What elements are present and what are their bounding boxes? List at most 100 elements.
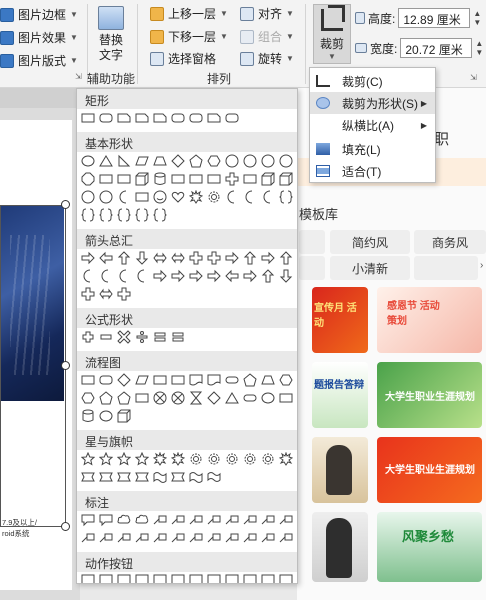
- menu-item-aspect-ratio[interactable]: 纵横比(A) ▶: [310, 114, 435, 136]
- shape-option[interactable]: [189, 373, 203, 387]
- shape-option[interactable]: [225, 531, 239, 545]
- shape-option[interactable]: [225, 154, 239, 168]
- shape-option[interactable]: [207, 251, 221, 265]
- menu-item-crop-to-shape[interactable]: 裁剪为形状(S) ▶: [310, 92, 435, 114]
- shape-option[interactable]: [99, 391, 113, 405]
- shape-option[interactable]: [117, 154, 131, 168]
- shape-option[interactable]: [171, 391, 185, 405]
- shape-option[interactable]: [99, 208, 113, 222]
- shape-option[interactable]: [81, 574, 95, 583]
- resize-handle[interactable]: [61, 361, 70, 370]
- shape-option[interactable]: [189, 531, 203, 545]
- shape-option[interactable]: [99, 513, 113, 527]
- shape-option[interactable]: [117, 251, 131, 265]
- shape-option[interactable]: [189, 452, 203, 466]
- shape-option[interactable]: [261, 452, 275, 466]
- shape-option[interactable]: [117, 391, 131, 405]
- shape-option[interactable]: [99, 452, 113, 466]
- shape-option[interactable]: [81, 269, 95, 283]
- shape-option[interactable]: [225, 190, 239, 204]
- shape-option[interactable]: [153, 251, 167, 265]
- shape-option[interactable]: [153, 208, 167, 222]
- shape-option[interactable]: [99, 251, 113, 265]
- shape-option[interactable]: [117, 330, 131, 344]
- tag-partial[interactable]: [299, 230, 325, 254]
- template-card[interactable]: 大学生职业生涯规划: [377, 437, 482, 503]
- shape-option[interactable]: [189, 391, 203, 405]
- dialog-launcher-icon[interactable]: ⇲: [75, 72, 82, 81]
- shape-option[interactable]: [279, 251, 293, 265]
- shape-option[interactable]: [153, 513, 167, 527]
- shape-option[interactable]: [261, 190, 275, 204]
- shape-option[interactable]: [225, 111, 239, 125]
- shape-option[interactable]: [99, 470, 113, 484]
- shape-option[interactable]: [279, 373, 293, 387]
- shape-option[interactable]: [279, 391, 293, 405]
- shape-option[interactable]: [135, 391, 149, 405]
- shape-option[interactable]: [153, 391, 167, 405]
- shape-option[interactable]: [243, 452, 257, 466]
- shape-option[interactable]: [171, 452, 185, 466]
- shape-option[interactable]: [243, 391, 257, 405]
- shape-option[interactable]: [135, 269, 149, 283]
- shape-option[interactable]: [99, 190, 113, 204]
- shape-option[interactable]: [189, 269, 203, 283]
- tag-business[interactable]: 商务风: [414, 230, 486, 254]
- shape-option[interactable]: [261, 154, 275, 168]
- shape-option[interactable]: [261, 513, 275, 527]
- menu-item-fit[interactable]: 适合(T): [310, 160, 435, 182]
- shape-option[interactable]: [117, 111, 131, 125]
- shape-option[interactable]: [99, 269, 113, 283]
- template-card[interactable]: 感恩节 活动策划: [377, 287, 482, 353]
- shape-option[interactable]: [279, 154, 293, 168]
- shape-option[interactable]: [135, 190, 149, 204]
- picture-border-button[interactable]: 图片边框 ▼: [0, 6, 78, 23]
- shape-option[interactable]: [81, 251, 95, 265]
- chevron-right-icon[interactable]: ›: [480, 260, 483, 271]
- shape-option[interactable]: [243, 531, 257, 545]
- shape-option[interactable]: [189, 574, 203, 583]
- shape-option[interactable]: [189, 172, 203, 186]
- shape-option[interactable]: [261, 373, 275, 387]
- shape-option[interactable]: [99, 154, 113, 168]
- shape-option[interactable]: [81, 391, 95, 405]
- shape-option[interactable]: [171, 574, 185, 583]
- tag-simple[interactable]: 简约风: [330, 230, 410, 254]
- shape-option[interactable]: [171, 111, 185, 125]
- resize-handle[interactable]: [61, 200, 70, 209]
- shape-option[interactable]: [279, 190, 293, 204]
- alt-text-button[interactable]: 替换 文字: [92, 6, 130, 63]
- shape-option[interactable]: [153, 269, 167, 283]
- shape-option[interactable]: [153, 531, 167, 545]
- shape-option[interactable]: [117, 452, 131, 466]
- shape-option[interactable]: [279, 269, 293, 283]
- shape-option[interactable]: [117, 269, 131, 283]
- shape-option[interactable]: [243, 172, 257, 186]
- shape-option[interactable]: [117, 172, 131, 186]
- shape-option[interactable]: [207, 190, 221, 204]
- shape-option[interactable]: [81, 111, 95, 125]
- shape-option[interactable]: [81, 513, 95, 527]
- shape-option[interactable]: [207, 470, 221, 484]
- shape-option[interactable]: [81, 172, 95, 186]
- shape-option[interactable]: [135, 574, 149, 583]
- shape-option[interactable]: [117, 513, 131, 527]
- shape-option[interactable]: [243, 513, 257, 527]
- shape-option[interactable]: [81, 409, 95, 423]
- shape-option[interactable]: [135, 154, 149, 168]
- menu-item-crop[interactable]: 裁剪(C): [310, 70, 435, 92]
- width-input[interactable]: 20.72 厘米: [400, 38, 473, 58]
- shape-option[interactable]: [135, 111, 149, 125]
- shape-option[interactable]: [99, 172, 113, 186]
- shape-option[interactable]: [135, 251, 149, 265]
- shape-option[interactable]: [135, 330, 149, 344]
- shape-option[interactable]: [171, 330, 185, 344]
- shape-option[interactable]: [153, 452, 167, 466]
- shape-option[interactable]: [261, 269, 275, 283]
- shape-option[interactable]: [117, 287, 131, 301]
- shape-option[interactable]: [153, 373, 167, 387]
- shape-option[interactable]: [117, 574, 131, 583]
- tag-partial[interactable]: [299, 256, 325, 280]
- shape-option[interactable]: [153, 470, 167, 484]
- shape-option[interactable]: [135, 373, 149, 387]
